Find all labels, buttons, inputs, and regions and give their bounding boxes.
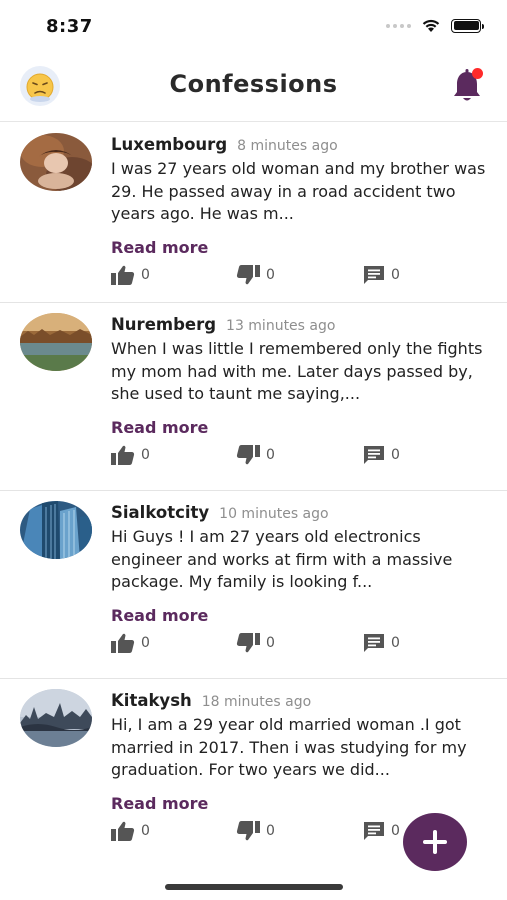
comment-icon xyxy=(364,266,384,284)
dislike-button[interactable]: 0 xyxy=(236,445,275,465)
signal-icon xyxy=(386,23,411,28)
dislike-button[interactable]: 0 xyxy=(236,633,275,653)
comment-count: 0 xyxy=(391,267,400,283)
plus-icon xyxy=(423,830,447,854)
like-count: 0 xyxy=(141,823,150,839)
comment-icon xyxy=(364,822,384,840)
thumbs-up-icon xyxy=(111,633,135,653)
thumbs-up-icon xyxy=(111,821,135,841)
notifications-button[interactable] xyxy=(449,66,485,106)
confession-card[interactable]: Luxembourg 8 minutes ago I was 27 years … xyxy=(0,123,507,303)
wifi-icon xyxy=(422,19,440,32)
post-text: I was 27 years old woman and my brother … xyxy=(111,159,486,223)
dislike-button[interactable]: 0 xyxy=(236,265,275,285)
comment-button[interactable]: 0 xyxy=(363,633,400,653)
comment-count: 0 xyxy=(391,447,400,463)
post-text: Hi Guys ! I am 27 years old electronics … xyxy=(111,527,453,591)
post-actions: 0 0 0 xyxy=(111,633,491,657)
post-timestamp: 8 minutes ago xyxy=(237,138,338,154)
thumbs-down-icon xyxy=(236,633,260,653)
post-timestamp: 18 minutes ago xyxy=(201,694,312,710)
dislike-button[interactable]: 0 xyxy=(236,821,275,841)
post-timestamp: 13 minutes ago xyxy=(226,318,336,334)
author-name[interactable]: Sialkotcity xyxy=(111,503,209,522)
comment-button[interactable]: 0 xyxy=(363,821,400,841)
comment-icon xyxy=(364,446,384,464)
read-more-link[interactable]: Read more xyxy=(111,418,208,437)
app-header: Confessions xyxy=(0,52,507,122)
dislike-count: 0 xyxy=(266,823,275,839)
status-time: 8:37 xyxy=(46,16,93,37)
avatar[interactable] xyxy=(20,133,92,191)
post-body: Sialkotcity 10 minutes ago Hi Guys ! I a… xyxy=(111,503,491,625)
battery-icon xyxy=(451,18,484,33)
like-button[interactable]: 0 xyxy=(111,821,150,841)
post-text: When I was little I remembered only the … xyxy=(111,339,483,403)
dislike-count: 0 xyxy=(266,635,275,651)
author-name[interactable]: Luxembourg xyxy=(111,135,227,154)
avatar[interactable] xyxy=(20,313,92,371)
avatar[interactable] xyxy=(20,501,92,559)
post-actions: 0 0 0 xyxy=(111,445,491,469)
like-button[interactable]: 0 xyxy=(111,633,150,653)
comment-count: 0 xyxy=(391,635,400,651)
confession-card[interactable]: Nuremberg 13 minutes ago When I was litt… xyxy=(0,303,507,491)
comment-button[interactable]: 0 xyxy=(363,265,400,285)
page-title: Confessions xyxy=(169,70,338,98)
comment-count: 0 xyxy=(391,823,400,839)
thumbs-down-icon xyxy=(236,265,260,285)
confession-card[interactable]: Sialkotcity 10 minutes ago Hi Guys ! I a… xyxy=(0,491,507,679)
like-count: 0 xyxy=(141,447,150,463)
confessions-feed: Luxembourg 8 minutes ago I was 27 years … xyxy=(0,123,507,867)
comment-icon xyxy=(364,634,384,652)
notification-badge xyxy=(472,68,483,79)
avatar[interactable] xyxy=(20,689,92,747)
new-confession-button[interactable] xyxy=(403,813,467,871)
home-indicator[interactable] xyxy=(165,884,343,890)
thumbs-down-icon xyxy=(236,821,260,841)
status-bar: 8:37 xyxy=(0,0,507,52)
read-more-link[interactable]: Read more xyxy=(111,794,208,813)
thumbs-up-icon xyxy=(111,445,135,465)
post-body: Luxembourg 8 minutes ago I was 27 years … xyxy=(111,135,491,257)
post-timestamp: 10 minutes ago xyxy=(219,506,329,522)
dislike-count: 0 xyxy=(266,447,275,463)
post-text: Hi, I am a 29 year old married woman .I … xyxy=(111,715,467,779)
post-body: Nuremberg 13 minutes ago When I was litt… xyxy=(111,315,491,437)
post-actions: 0 0 0 xyxy=(111,265,491,289)
thumbs-down-icon xyxy=(236,445,260,465)
status-icons xyxy=(386,18,484,33)
like-count: 0 xyxy=(141,267,150,283)
post-body: Kitakysh 18 minutes ago Hi, I am a 29 ye… xyxy=(111,691,491,813)
like-count: 0 xyxy=(141,635,150,651)
like-button[interactable]: 0 xyxy=(111,265,150,285)
thumbs-up-icon xyxy=(111,265,135,285)
like-button[interactable]: 0 xyxy=(111,445,150,465)
author-name[interactable]: Kitakysh xyxy=(111,691,192,710)
author-name[interactable]: Nuremberg xyxy=(111,315,216,334)
comment-button[interactable]: 0 xyxy=(363,445,400,465)
read-more-link[interactable]: Read more xyxy=(111,238,208,257)
read-more-link[interactable]: Read more xyxy=(111,606,208,625)
dislike-count: 0 xyxy=(266,267,275,283)
